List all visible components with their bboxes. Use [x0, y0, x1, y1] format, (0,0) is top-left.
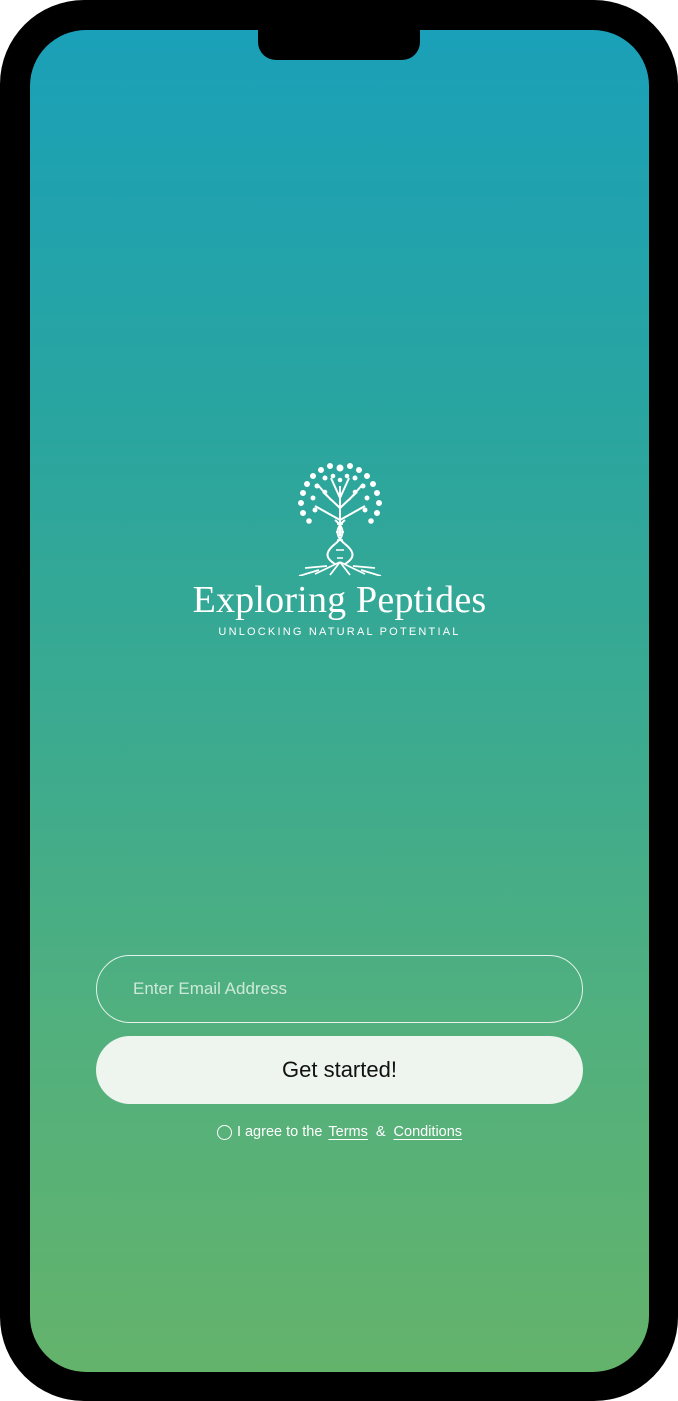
terms-link[interactable]: Terms — [328, 1124, 367, 1140]
brand-name: Exploring Peptides — [192, 579, 487, 621]
tree-dna-logo-icon — [297, 463, 382, 576]
conditions-link[interactable]: Conditions — [394, 1124, 463, 1140]
get-started-button[interactable]: Get started! — [96, 1036, 583, 1104]
app-screen: Exploring Peptides UNLOCKING NATURAL POT… — [30, 30, 649, 1372]
brand-logo: Exploring Peptides UNLOCKING NATURAL POT… — [30, 458, 649, 638]
brand-tagline: UNLOCKING NATURAL POTENTIAL — [218, 626, 461, 638]
agreement-separator: & — [375, 1124, 386, 1140]
device-notch — [258, 28, 420, 60]
terms-agreement: I agree to the Terms & Conditions — [30, 1124, 649, 1140]
device-frame: Exploring Peptides UNLOCKING NATURAL POT… — [0, 0, 678, 1401]
radio-circle-icon[interactable] — [216, 1124, 232, 1140]
agreement-prefix: I agree to the — [236, 1124, 323, 1140]
email-input[interactable] — [96, 955, 583, 1023]
